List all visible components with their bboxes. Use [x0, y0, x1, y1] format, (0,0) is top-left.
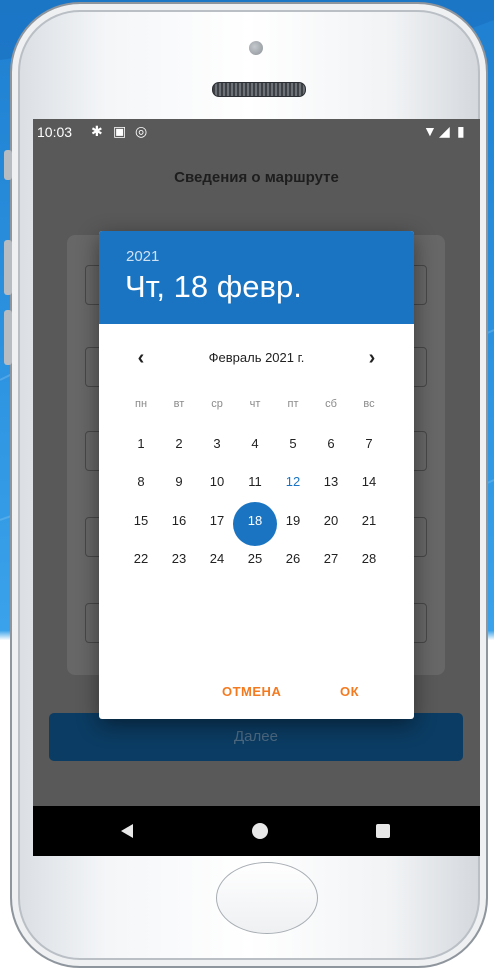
- hardware-home-button[interactable]: [216, 862, 318, 934]
- calendar-day[interactable]: 17: [202, 513, 232, 528]
- selected-date-label: Чт, 18 февр.: [125, 269, 302, 304]
- calendar-day[interactable]: 1: [126, 436, 156, 451]
- status-bar: 10:03 ✱ ▣ ◎ ▼ ◢ ▮: [33, 119, 480, 145]
- earpiece-speaker: [212, 82, 306, 97]
- calendar-day[interactable]: 24: [202, 551, 232, 566]
- navigation-bar: [33, 806, 480, 856]
- calendar-day[interactable]: 8: [126, 474, 156, 489]
- calendar-day[interactable]: 11: [240, 474, 270, 489]
- home-icon[interactable]: [252, 823, 268, 839]
- calendar-day[interactable]: 16: [164, 513, 194, 528]
- calendar-day[interactable]: 20: [316, 513, 346, 528]
- calendar-day-selected[interactable]: 18: [240, 513, 270, 528]
- signal-icon: ◢: [439, 123, 450, 139]
- battery-icon: ▮: [457, 123, 465, 139]
- calendar-day[interactable]: 7: [354, 436, 384, 451]
- calendar-day[interactable]: 10: [202, 474, 232, 489]
- calendar-day[interactable]: 14: [354, 474, 384, 489]
- cancel-button[interactable]: ОТМЕНА: [222, 684, 281, 699]
- front-camera: [249, 41, 263, 55]
- year-label[interactable]: 2021: [126, 248, 159, 265]
- weekday-label: сб: [325, 398, 337, 410]
- weekday-label: вс: [363, 398, 375, 410]
- calendar-day[interactable]: 6: [316, 436, 346, 451]
- status-time: 10:03: [37, 124, 73, 140]
- weekday-label: ср: [211, 398, 223, 410]
- date-picker-header: 2021 Чт, 18 февр.: [99, 231, 414, 324]
- calendar-day[interactable]: 5: [278, 436, 308, 451]
- calendar-day[interactable]: 28: [354, 551, 384, 566]
- calendar-day[interactable]: 9: [164, 474, 194, 489]
- sync-icon: ◎: [135, 123, 148, 139]
- calendar-day[interactable]: 15: [126, 513, 156, 528]
- volume-up-button: [4, 240, 12, 295]
- calendar-day[interactable]: 3: [202, 436, 232, 451]
- next-button[interactable]: Далее: [49, 713, 463, 761]
- calendar-day[interactable]: 23: [164, 551, 194, 566]
- month-navigation: ‹ Февраль 2021 г. ›: [99, 341, 414, 373]
- weekday-label: чт: [249, 398, 261, 410]
- calendar-day[interactable]: 22: [126, 551, 156, 566]
- recents-icon[interactable]: [376, 824, 390, 838]
- weekday-label: пн: [134, 398, 148, 410]
- calendar-day[interactable]: 4: [240, 436, 270, 451]
- settings-icon: ✱: [91, 123, 103, 139]
- chevron-right-icon[interactable]: ›: [360, 347, 384, 370]
- weekday-label: пт: [287, 398, 299, 410]
- back-icon[interactable]: [121, 824, 133, 838]
- calendar-day[interactable]: 21: [354, 513, 384, 528]
- app-bar: Сведения о маршруте: [33, 145, 480, 205]
- calendar-day[interactable]: 25: [240, 551, 270, 566]
- calendar-day[interactable]: 26: [278, 551, 308, 566]
- wifi-icon: ▼: [423, 123, 437, 139]
- calendar-day[interactable]: 13: [316, 474, 346, 489]
- calendar-day[interactable]: 2: [164, 436, 194, 451]
- side-button: [4, 150, 12, 180]
- calendar-day[interactable]: 27: [316, 551, 346, 566]
- ok-button[interactable]: ОК: [340, 684, 359, 699]
- mail-icon: ▣: [113, 123, 127, 139]
- volume-down-button: [4, 310, 12, 365]
- calendar-day[interactable]: 19: [278, 513, 308, 528]
- calendar-day[interactable]: 12: [278, 474, 308, 489]
- weekday-label: вт: [173, 398, 185, 410]
- page-title: Сведения о маршруте: [174, 169, 339, 186]
- date-picker-dialog: 2021 Чт, 18 февр. ‹ Февраль 2021 г. › ОТ…: [99, 231, 414, 719]
